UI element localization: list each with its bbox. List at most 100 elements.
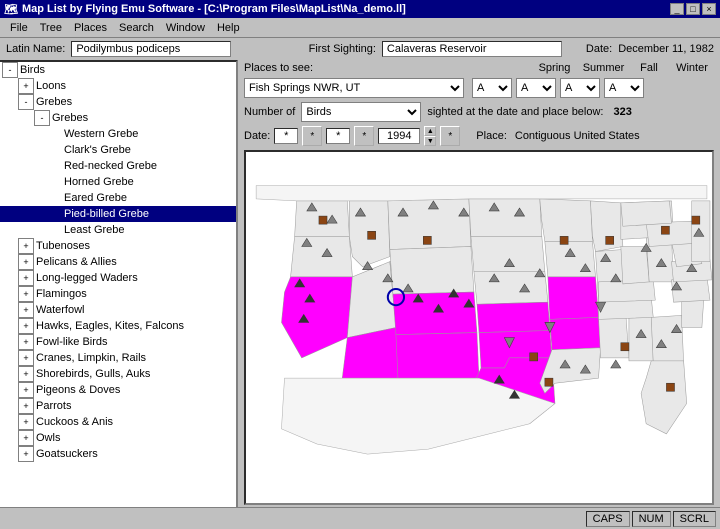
tree-item-waterfowl[interactable]: +Waterfowl — [0, 302, 236, 318]
season-select-winter[interactable]: ASWN — [604, 78, 644, 98]
tree-item-cranes[interactable]: +Cranes, Limpkin, Rails — [0, 350, 236, 366]
menu-item-window[interactable]: Window — [160, 20, 211, 36]
number-row: Number of Birds Species sighted at the d… — [238, 100, 720, 124]
tree-label-clarks-grebe: Clark's Grebe — [64, 144, 131, 156]
tree-expander-cuckoos[interactable]: + — [18, 414, 34, 430]
tree-item-flamingos[interactable]: +Flamingos — [0, 286, 236, 302]
menu-item-tree[interactable]: Tree — [34, 20, 68, 36]
year-field[interactable]: 1994 — [378, 128, 420, 144]
tree-item-red-necked-grebe[interactable]: Red-necked Grebe — [0, 158, 236, 174]
spring-label: Spring — [532, 62, 577, 74]
month-field[interactable]: * — [326, 128, 350, 144]
tree-item-fowl-like[interactable]: +Fowl-like Birds — [0, 334, 236, 350]
first-sighting-label: First Sighting: — [309, 43, 376, 55]
tree-label-western-grebe: Western Grebe — [64, 128, 138, 140]
tree-item-tubenoses[interactable]: +Tubenoses — [0, 238, 236, 254]
menu-bar: FileTreePlacesSearchWindowHelp — [0, 18, 720, 38]
tree-item-long-legged[interactable]: +Long-legged Waders — [0, 270, 236, 286]
first-sighting-value: Calaveras Reservoir — [382, 41, 562, 57]
tree-item-horned-grebe[interactable]: Horned Grebe — [0, 174, 236, 190]
tree-item-owls[interactable]: +Owls — [0, 430, 236, 446]
tree-label-grebes: Grebes — [36, 96, 72, 108]
tree-item-pelicans[interactable]: +Pelicans & Allies — [0, 254, 236, 270]
tree-expander-goatsuckers[interactable]: + — [18, 446, 34, 462]
tree-expander-long-legged[interactable]: + — [18, 270, 34, 286]
menu-item-file[interactable]: File — [4, 20, 34, 36]
tree-item-least-grebe[interactable]: Least Grebe — [0, 222, 236, 238]
menu-item-places[interactable]: Places — [68, 20, 113, 36]
right-panel: Places to see: Spring Summer Fall Winter… — [238, 60, 720, 507]
tree-item-pigeons[interactable]: +Pigeons & Doves — [0, 382, 236, 398]
tree-label-fowl-like: Fowl-like Birds — [36, 336, 108, 348]
tree-expander-fowl-like[interactable]: + — [18, 334, 34, 350]
tree-label-loons: Loons — [36, 80, 66, 92]
menu-item-help[interactable]: Help — [211, 20, 246, 36]
tree-label-flamingos: Flamingos — [36, 288, 87, 300]
tree-expander-pigeons[interactable]: + — [18, 382, 34, 398]
tree-expander-owls[interactable]: + — [18, 430, 34, 446]
tree-label-eared-grebe: Eared Grebe — [64, 192, 127, 204]
tree-item-western-grebe[interactable]: Western Grebe — [0, 126, 236, 142]
tree-expander-flamingos[interactable]: + — [18, 286, 34, 302]
fall-label: Fall — [630, 62, 668, 74]
window-icon: 🗺 — [4, 3, 18, 16]
places-label: Places to see: — [244, 62, 313, 74]
tree-panel: -Birds+Loons-Grebes-GrebesWestern GrebeC… — [0, 60, 238, 507]
map-svg — [246, 152, 712, 503]
tree-item-pied-billed-grebe[interactable]: Pied-billed Grebe — [0, 206, 236, 222]
tree-item-hawks[interactable]: +Hawks, Eagles, Kites, Falcons — [0, 318, 236, 334]
date-row: Date: * * * * 1994 ▲ ▼ * Place: Contiguo… — [238, 124, 720, 148]
tree-item-shorebirds[interactable]: +Shorebirds, Gulls, Auks — [0, 366, 236, 382]
tree-expander-shorebirds[interactable]: + — [18, 366, 34, 382]
tree-label-pelicans: Pelicans & Allies — [36, 256, 117, 268]
tree-expander-birds[interactable]: - — [2, 62, 18, 78]
tree-expander-cranes[interactable]: + — [18, 350, 34, 366]
tree-expander-grebes[interactable]: - — [18, 94, 34, 110]
tree-label-waterfowl: Waterfowl — [36, 304, 85, 316]
tree-expander-parrots[interactable]: + — [18, 398, 34, 414]
maximize-button[interactable]: □ — [686, 3, 700, 15]
count-value: 323 — [614, 106, 632, 118]
scrl-status: SCRL — [673, 511, 716, 527]
close-button[interactable]: × — [702, 3, 716, 15]
tree-item-eared-grebe[interactable]: Eared Grebe — [0, 190, 236, 206]
tree-item-grebes2[interactable]: -Grebes — [0, 110, 236, 126]
menu-item-search[interactable]: Search — [113, 20, 160, 36]
season-select-summer[interactable]: ASWN — [516, 78, 556, 98]
tree-expander-grebes2[interactable]: - — [34, 110, 50, 126]
day-field[interactable]: * — [274, 128, 298, 144]
tree-expander-hawks[interactable]: + — [18, 318, 34, 334]
window-title: Map List by Flying Emu Software - [C:\Pr… — [22, 3, 406, 15]
month-star-btn[interactable]: * — [354, 126, 374, 146]
minimize-button[interactable]: _ — [670, 3, 684, 15]
tree-item-loons[interactable]: +Loons — [0, 78, 236, 94]
number-of-select[interactable]: Birds Species — [301, 102, 421, 122]
date-row-label: Date: — [244, 130, 270, 142]
tree-item-clarks-grebe[interactable]: Clark's Grebe — [0, 142, 236, 158]
date-value: December 11, 1982 — [618, 43, 714, 55]
tree-item-birds[interactable]: -Birds — [0, 62, 236, 78]
tree-label-red-necked-grebe: Red-necked Grebe — [64, 160, 157, 172]
tree-expander-tubenoses[interactable]: + — [18, 238, 34, 254]
season-select-spring[interactable]: ASWN — [472, 78, 512, 98]
tree-item-goatsuckers[interactable]: +Goatsuckers — [0, 446, 236, 462]
sighted-text: sighted at the date and place below: — [427, 106, 603, 118]
tree-expander-waterfowl[interactable]: + — [18, 302, 34, 318]
day-star-btn[interactable]: * — [302, 126, 322, 146]
year-up-btn[interactable]: ▲ — [424, 126, 436, 136]
places-header-row: Places to see: Spring Summer Fall Winter — [238, 60, 720, 76]
status-bar: CAPS NUM SCRL — [0, 507, 720, 529]
tree-expander-pelicans[interactable]: + — [18, 254, 34, 270]
year-star-btn[interactable]: * — [440, 126, 460, 146]
tree-label-birds: Birds — [20, 64, 45, 76]
tree-label-long-legged: Long-legged Waders — [36, 272, 138, 284]
season-select-fall[interactable]: ASWN — [560, 78, 600, 98]
tree-label-goatsuckers: Goatsuckers — [36, 448, 98, 460]
year-down-btn[interactable]: ▼ — [424, 136, 436, 146]
tree-item-parrots[interactable]: +Parrots — [0, 398, 236, 414]
tree-expander-loons[interactable]: + — [18, 78, 34, 94]
date-label: Date: — [586, 43, 612, 55]
tree-item-grebes[interactable]: -Grebes — [0, 94, 236, 110]
tree-item-cuckoos[interactable]: +Cuckoos & Anis — [0, 414, 236, 430]
place-select[interactable]: Fish Springs NWR, UT Calaveras Reservoir — [244, 78, 464, 98]
